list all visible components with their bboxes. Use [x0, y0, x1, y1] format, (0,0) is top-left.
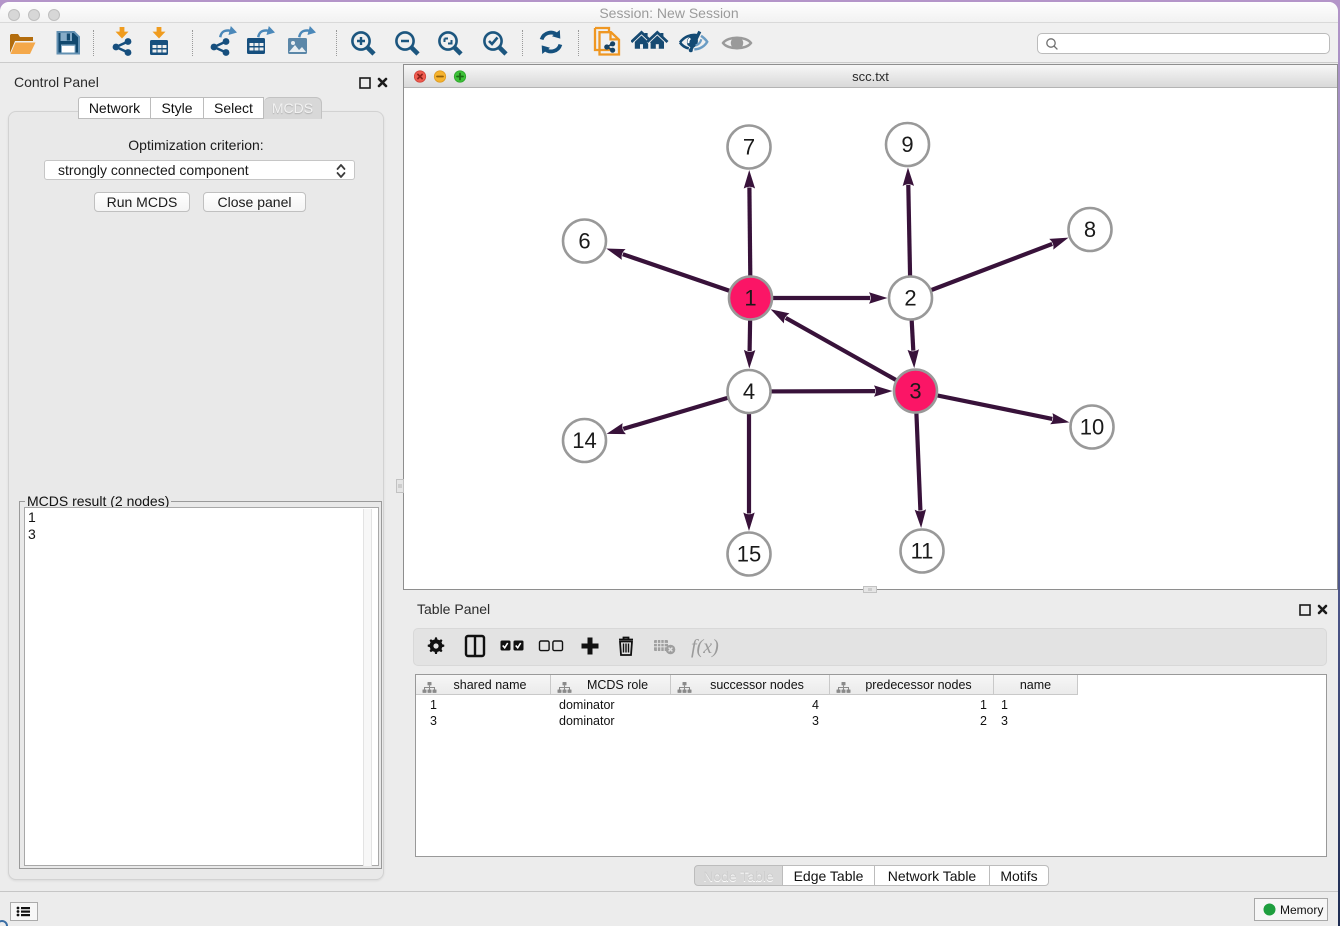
svg-text:6: 6 [578, 229, 590, 254]
svg-text:11: 11 [911, 539, 934, 564]
svg-text:14: 14 [572, 428, 596, 453]
svg-text:4: 4 [743, 379, 755, 404]
svg-text:7: 7 [743, 135, 755, 160]
svg-text:9: 9 [901, 132, 913, 157]
svg-text:8: 8 [1084, 217, 1096, 242]
svg-text:1: 1 [744, 286, 756, 311]
svg-text:10: 10 [1080, 415, 1104, 440]
svg-text:f(x): f(x) [691, 636, 719, 658]
svg-text:3: 3 [909, 379, 921, 404]
svg-text:15: 15 [737, 542, 761, 567]
svg-text:2: 2 [904, 286, 916, 311]
